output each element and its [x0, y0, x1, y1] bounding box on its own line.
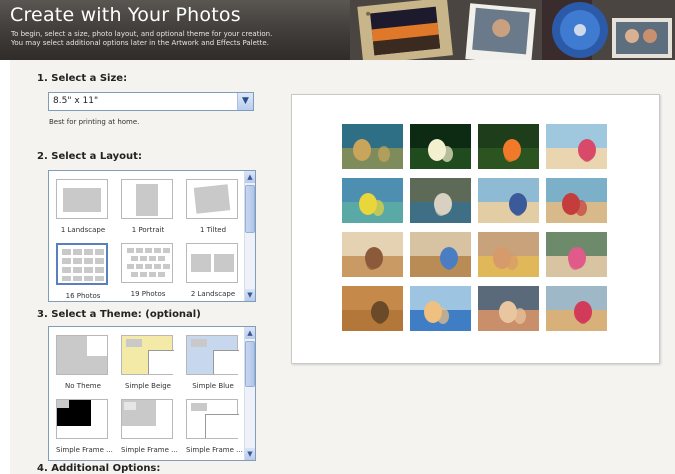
theme-thumbnail	[186, 399, 239, 439]
layout-preview	[291, 94, 660, 364]
preview-photo	[478, 286, 539, 331]
chevron-up-icon[interactable]: ▲	[245, 171, 255, 183]
left-margin	[0, 60, 10, 474]
chevron-up-icon[interactable]: ▲	[245, 327, 255, 339]
chevron-down-icon[interactable]: ▼	[245, 448, 255, 460]
theme-option-simple-frame-white[interactable]: Simple Frame ...	[186, 399, 243, 454]
theme-option-label: Simple Frame ...	[121, 446, 178, 454]
layout-thumbnail	[186, 179, 238, 219]
layout-thumbnail	[186, 243, 238, 283]
size-heading: 1. Select a Size:	[37, 73, 128, 84]
size-hint: Best for printing at home.	[49, 118, 140, 126]
theme-thumbnail	[56, 335, 108, 375]
preview-photo	[546, 232, 607, 277]
layout-thumbnail	[56, 243, 108, 285]
preview-photo	[546, 286, 607, 331]
subtitle-line-1: To begin, select a size, photo layout, a…	[11, 30, 273, 38]
layout-option-label: 1 Landscape	[60, 226, 106, 234]
layout-option-label: 16 Photos	[65, 292, 101, 300]
theme-option-simple-frame-black[interactable]: Simple Frame ...	[56, 399, 113, 454]
theme-thumbnail	[121, 399, 173, 439]
preview-photo	[410, 124, 471, 169]
preview-photo	[410, 286, 471, 331]
layout-option-label: 2 Landscape	[190, 290, 236, 298]
layout-scrollbar[interactable]: ▲ ▼	[244, 171, 255, 301]
header-photo-collage	[350, 0, 675, 60]
theme-option-simple-blue[interactable]: Simple Blue	[186, 335, 240, 390]
layout-option-19-photos[interactable]: 19 Photos	[121, 243, 175, 298]
theme-thumbnail	[56, 399, 108, 439]
layout-option-1-tilted[interactable]: 1 Tilted	[186, 179, 240, 234]
layout-option-label: 1 Portrait	[131, 226, 165, 234]
layout-option-1-portrait[interactable]: 1 Portrait	[121, 179, 175, 234]
layout-option-label: 1 Tilted	[199, 226, 227, 234]
layout-option-16-photos[interactable]: 16 Photos	[56, 243, 110, 300]
preview-photo	[410, 178, 471, 223]
layout-listbox[interactable]: 1 Landscape 1 Portrait 1 Tilted 16 Photo…	[48, 170, 256, 302]
theme-option-simple-beige[interactable]: Simple Beige	[121, 335, 175, 390]
layout-thumbnail	[121, 243, 173, 283]
size-dropdown-value: 8.5" x 11"	[53, 96, 99, 106]
theme-option-label: Simple Beige	[125, 382, 171, 390]
preview-photo	[546, 124, 607, 169]
preview-photo	[342, 232, 403, 277]
layout-option-2-landscape[interactable]: 2 Landscape	[186, 243, 240, 298]
preview-photo	[478, 178, 539, 223]
preview-photo	[478, 124, 539, 169]
layout-thumbnail	[56, 179, 108, 219]
preview-photo	[342, 286, 403, 331]
preview-photo	[342, 124, 403, 169]
preview-photo	[410, 232, 471, 277]
layout-thumbnail	[121, 179, 173, 219]
page-title: Create with Your Photos	[10, 4, 241, 26]
theme-scrollbar[interactable]: ▲ ▼	[244, 327, 255, 460]
theme-option-label: Simple Frame ...	[186, 446, 243, 454]
theme-thumbnail	[121, 335, 174, 375]
header-banner: Create with Your Photos To begin, select…	[0, 0, 675, 60]
preview-photo	[478, 232, 539, 277]
subtitle-line-2: You may select additional options later …	[11, 39, 269, 47]
theme-option-no-theme[interactable]: No Theme	[56, 335, 110, 390]
theme-option-label: No Theme	[65, 382, 101, 390]
layout-option-label: 19 Photos	[130, 290, 166, 298]
preview-photo	[546, 178, 607, 223]
chevron-down-icon[interactable]: ▼	[237, 93, 253, 110]
size-dropdown[interactable]: 8.5" x 11" ▼	[48, 92, 254, 111]
theme-option-simple-frame-gray[interactable]: Simple Frame ...	[121, 399, 178, 454]
theme-option-label: Simple Frame ...	[56, 446, 113, 454]
theme-listbox[interactable]: No Theme Simple Beige Simple Blue Simple…	[48, 326, 256, 461]
layout-heading: 2. Select a Layout:	[37, 151, 142, 162]
scroll-thumb[interactable]	[245, 341, 255, 387]
chevron-down-icon[interactable]: ▼	[245, 289, 255, 301]
scroll-thumb[interactable]	[245, 185, 255, 233]
layout-option-1-landscape[interactable]: 1 Landscape	[56, 179, 110, 234]
options-heading: 4. Additional Options:	[37, 463, 161, 474]
theme-thumbnail	[186, 335, 239, 375]
theme-heading: 3. Select a Theme: (optional)	[37, 309, 201, 320]
theme-option-label: Simple Blue	[192, 382, 234, 390]
preview-photo	[342, 178, 403, 223]
